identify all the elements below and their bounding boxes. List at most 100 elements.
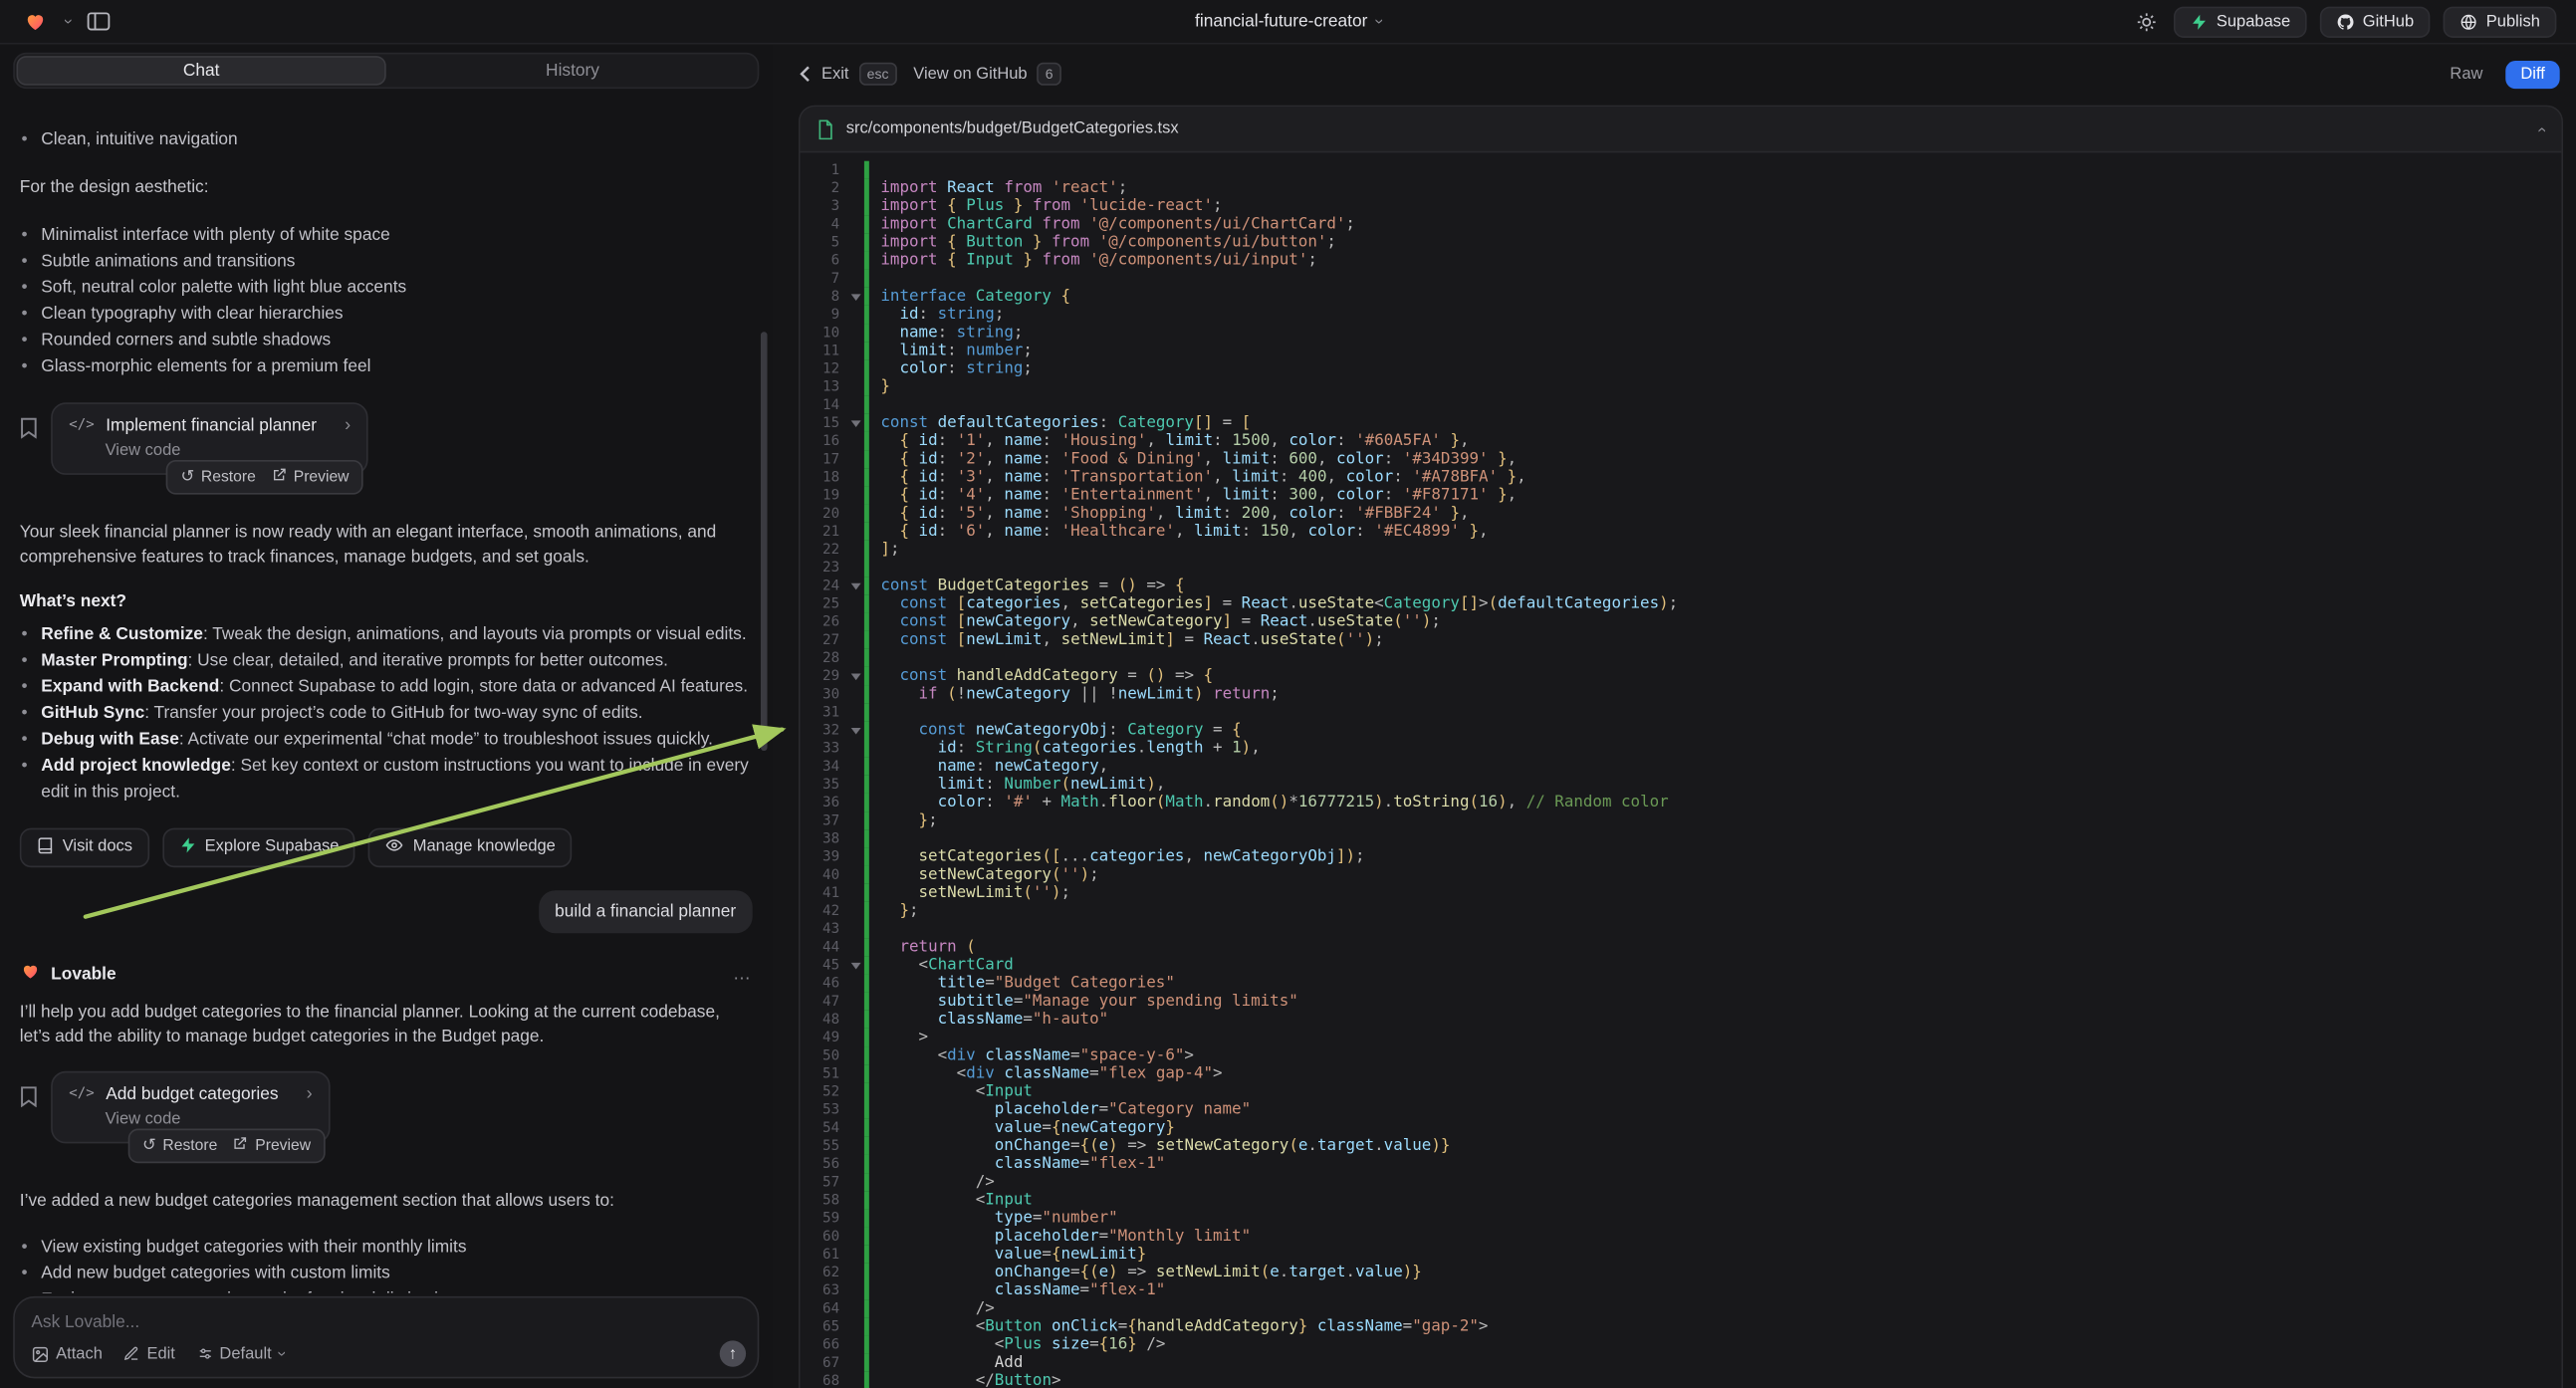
- code-area: 12import React from 'react';3import { Pl…: [801, 152, 2562, 1388]
- version-card[interactable]: </>Implement financial planner›View code…: [51, 401, 368, 474]
- chip-label: Manage knowledge: [413, 838, 556, 856]
- preview-label: Preview: [255, 1136, 311, 1154]
- code-icon: </>: [69, 1085, 94, 1102]
- diff-added-bar: [864, 324, 869, 342]
- code-line: 49 >: [801, 1029, 2562, 1046]
- version-card[interactable]: </>Add budget categories›View code↺Resto…: [51, 1070, 331, 1143]
- fold-caret-icon[interactable]: [847, 420, 864, 427]
- line-number: 55: [801, 1138, 848, 1155]
- tab-history[interactable]: History: [389, 56, 756, 86]
- diff-added-bar: [864, 161, 869, 179]
- code-line: 26 const [newCategory, setNewCategory] =…: [801, 612, 2562, 630]
- supabase-icon: [2190, 12, 2208, 30]
- code-text: const defaultCategories: Category[] = [: [880, 414, 1251, 432]
- line-number: 60: [801, 1228, 848, 1245]
- chat-scrollbar-thumb[interactable]: [761, 332, 768, 751]
- line-number: 12: [801, 360, 848, 377]
- diff-added-bar: [864, 884, 869, 902]
- code-line: 16 { id: '1', name: 'Housing', limit: 15…: [801, 432, 2562, 450]
- code-text: title="Budget Categories": [880, 974, 1174, 992]
- fold-caret-icon[interactable]: [847, 962, 864, 969]
- chip-explore-supabase[interactable]: Explore Supabase: [162, 827, 355, 867]
- sidebar-toggle-icon[interactable]: [85, 7, 115, 37]
- line-number: 34: [801, 758, 848, 775]
- edit-mode-button[interactable]: Edit: [123, 1345, 175, 1363]
- publish-button[interactable]: Publish: [2444, 6, 2557, 37]
- line-number: 19: [801, 487, 848, 504]
- code-text: >: [880, 1029, 928, 1046]
- code-text: limit: number;: [880, 342, 1033, 359]
- code-line: 6import { Input } from '@/components/ui/…: [801, 251, 2562, 269]
- list-item: Clean, intuitive navigation: [20, 126, 753, 152]
- diff-added-bar: [864, 450, 869, 468]
- raw-toggle-button[interactable]: Raw: [2441, 60, 2493, 88]
- bookmark-icon[interactable]: [20, 416, 38, 446]
- logo-chevron-down-icon[interactable]: ›: [59, 19, 75, 25]
- code-line: 65 <Button onClick={handleAddCategory} c…: [801, 1317, 2562, 1335]
- view-code-link[interactable]: View code: [106, 1110, 313, 1128]
- code-text: import { Plus } from 'lucide-react';: [880, 197, 1222, 215]
- line-number: 36: [801, 795, 848, 811]
- diff-added-bar: [864, 1119, 869, 1137]
- fold-caret-icon[interactable]: [847, 294, 864, 301]
- chip-manage-knowledge[interactable]: Manage knowledge: [368, 827, 572, 867]
- diff-added-bar: [864, 215, 869, 233]
- code-line: 48 className="h-auto": [801, 1011, 2562, 1029]
- project-selector[interactable]: financial-future-creator ›: [1195, 12, 1381, 32]
- send-button[interactable]: ↑: [720, 1340, 746, 1366]
- diff-added-bar: [864, 1101, 869, 1119]
- chip-visit-docs[interactable]: Visit docs: [20, 827, 149, 867]
- line-number: 57: [801, 1174, 848, 1191]
- diff-toggle-button[interactable]: Diff: [2506, 60, 2560, 88]
- restore-button[interactable]: ↺Restore: [180, 466, 255, 487]
- code-text: name: newCategory,: [880, 758, 1108, 776]
- esc-shortcut-hint: esc: [858, 63, 896, 86]
- code-text: const [newCategory, setNewCategory] = Re…: [880, 612, 1441, 630]
- preview-button[interactable]: Preview: [232, 1134, 311, 1155]
- github-button[interactable]: GitHub: [2320, 6, 2431, 37]
- restore-button[interactable]: ↺Restore: [142, 1134, 217, 1155]
- code-line: 37 };: [801, 811, 2562, 829]
- diff-added-bar: [864, 179, 869, 197]
- line-number: 5: [801, 234, 848, 251]
- view-code-link[interactable]: View code: [106, 441, 351, 459]
- file-header[interactable]: src/components/budget/BudgetCategories.t…: [801, 107, 2562, 152]
- line-number: 1: [801, 162, 848, 179]
- fold-caret-icon[interactable]: [847, 673, 864, 680]
- diff-added-bar: [864, 740, 869, 758]
- exit-button[interactable]: Exit esc: [799, 63, 897, 86]
- tab-chat[interactable]: Chat: [17, 56, 386, 86]
- lovable-logo-heart-icon[interactable]: [20, 7, 50, 37]
- line-number: 7: [801, 270, 848, 287]
- code-line: 53 placeholder="Category name": [801, 1101, 2562, 1119]
- bookmark-icon[interactable]: [20, 1085, 38, 1115]
- attach-button[interactable]: Attach: [31, 1345, 103, 1363]
- code-text: interface Category {: [880, 288, 1070, 306]
- supabase-button[interactable]: Supabase: [2174, 6, 2307, 37]
- code-line: 44 return (: [801, 938, 2562, 956]
- diff-added-bar: [864, 1064, 869, 1082]
- code-line: 46 title="Budget Categories": [801, 974, 2562, 992]
- mode-selector[interactable]: Default ›: [196, 1345, 284, 1363]
- version-card-toolbar: ↺Restore Preview: [127, 1128, 326, 1163]
- settings-gear-icon[interactable]: [2131, 7, 2161, 37]
- view-on-github-button[interactable]: View on GitHub 6: [913, 63, 1061, 86]
- chevron-left-icon: [799, 66, 812, 83]
- user-message-bubble: build a financial planner: [539, 889, 753, 932]
- line-number: 54: [801, 1119, 848, 1136]
- diff-added-bar: [864, 1317, 869, 1335]
- fold-caret-icon[interactable]: [847, 582, 864, 589]
- code-text: <div className="flex gap-4">: [880, 1064, 1222, 1082]
- fold-caret-icon[interactable]: [847, 727, 864, 734]
- message-menu-button[interactable]: …: [733, 964, 753, 984]
- list-item-lead: GitHub Sync: [41, 702, 144, 722]
- code-line: 4import ChartCard from '@/components/ui/…: [801, 215, 2562, 233]
- diff-added-bar: [864, 251, 869, 269]
- list-item: Add project knowledge: Set key context o…: [20, 752, 753, 805]
- diff-added-bar: [864, 631, 869, 649]
- list-item: Master Prompting: Use clear, detailed, a…: [20, 646, 753, 672]
- code-line: 38: [801, 829, 2562, 847]
- collapse-chevron-up-icon[interactable]: ›: [2534, 126, 2551, 132]
- preview-button[interactable]: Preview: [271, 466, 350, 487]
- diff-added-bar: [864, 541, 869, 559]
